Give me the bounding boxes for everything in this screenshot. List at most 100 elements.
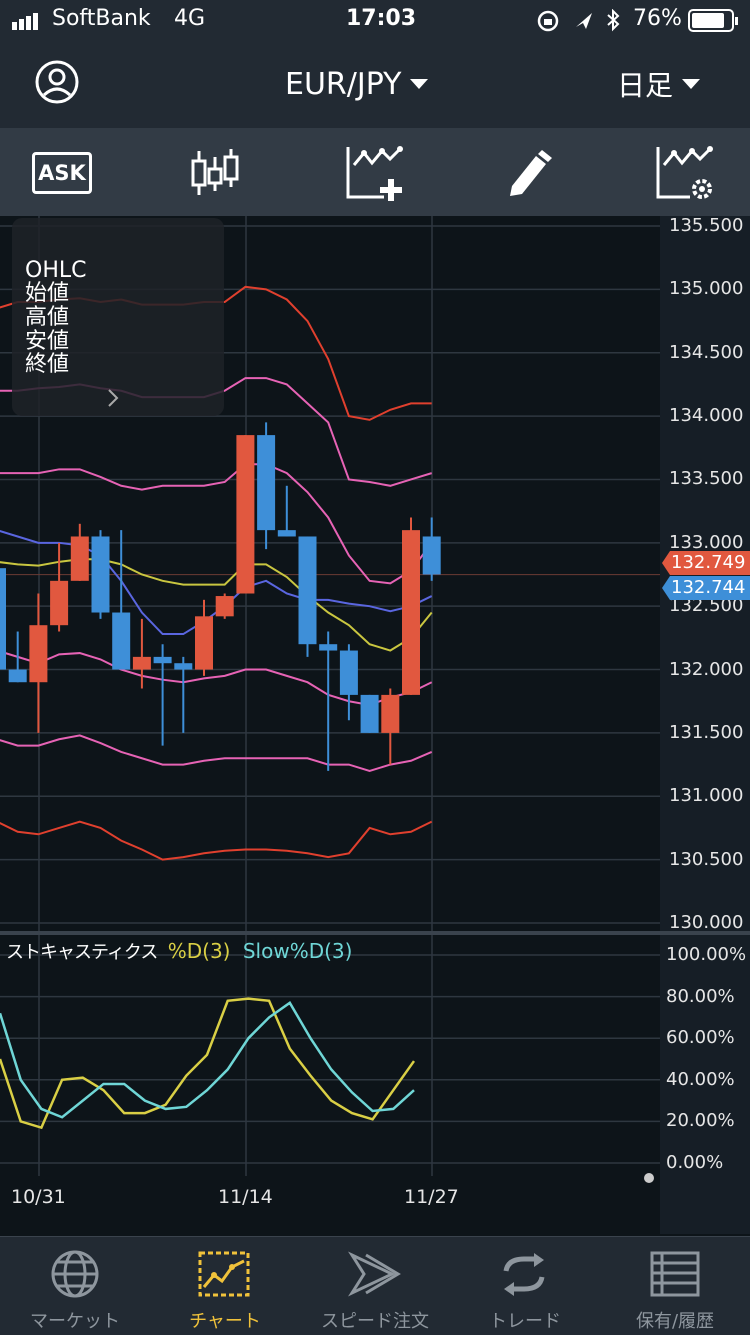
ohlc-high-label: 高値 bbox=[25, 305, 70, 330]
price-tick-label: 131.000 bbox=[669, 785, 744, 807]
candle-body bbox=[360, 694, 379, 733]
tab-speed-order[interactable]: スピード注文 bbox=[300, 1237, 450, 1335]
tab-trade[interactable]: トレード bbox=[450, 1237, 600, 1335]
chart-type-button[interactable] bbox=[180, 138, 250, 208]
ohlc-open-label: 始値 bbox=[25, 281, 70, 306]
stoch-legend: ストキャスティクス %D(3) Slow%D(3) bbox=[6, 938, 352, 964]
account-icon[interactable] bbox=[34, 59, 80, 105]
price-tick-label: 130.500 bbox=[669, 848, 744, 870]
price-tick-label: 130.000 bbox=[669, 912, 744, 933]
tab-bar: マーケット チャート スピード注文 トレード 保有/履歴 bbox=[0, 1236, 750, 1335]
stoch-title: ストキャスティクス bbox=[6, 942, 158, 963]
pair-selector[interactable]: EUR/JPY bbox=[285, 64, 429, 104]
price-tick-label: 133.500 bbox=[669, 468, 744, 490]
tab-label: スピード注文 bbox=[321, 1311, 429, 1332]
tab-chart[interactable]: チャート bbox=[150, 1237, 300, 1335]
globe-icon bbox=[51, 1250, 99, 1298]
overlay-bb-lower-3 bbox=[0, 820, 433, 861]
candle-body bbox=[195, 616, 213, 670]
stoch-tick-label: 60.00% bbox=[666, 1027, 735, 1049]
chevron-down-icon bbox=[410, 79, 429, 89]
candle-body bbox=[215, 596, 234, 617]
candle-body bbox=[298, 536, 317, 645]
stoch-tick-label: 40.00% bbox=[666, 1068, 735, 1090]
stoch-lines bbox=[0, 997, 416, 1130]
pair-name: EUR/JPY bbox=[285, 66, 402, 102]
status-bar: SoftBank 4G 17:03 76% bbox=[0, 0, 750, 40]
list-icon bbox=[650, 1251, 700, 1297]
price-tick-label: 133.000 bbox=[669, 531, 744, 553]
scroll-indicator bbox=[644, 1173, 654, 1183]
candle-body bbox=[91, 536, 110, 613]
price-tick-label: 135.500 bbox=[669, 215, 744, 236]
carrier-name: SoftBank bbox=[52, 6, 151, 31]
ask-label: ASK bbox=[38, 161, 86, 185]
candle-body bbox=[277, 530, 296, 537]
indicator-settings-button[interactable] bbox=[650, 138, 720, 208]
candle-body bbox=[402, 530, 420, 695]
trade-icon bbox=[503, 1253, 545, 1296]
speed-order-icon bbox=[348, 1251, 401, 1297]
add-indicator-button[interactable] bbox=[340, 138, 410, 208]
tab-label: チャート bbox=[189, 1311, 261, 1332]
indicator-settings-icon bbox=[656, 146, 713, 199]
candle-body bbox=[132, 656, 151, 670]
candle-body bbox=[153, 656, 172, 664]
stoch-d-line bbox=[0, 1001, 415, 1119]
ask-price-value: 132.744 bbox=[671, 577, 746, 598]
timeframe-selector[interactable]: 日足 bbox=[617, 64, 701, 104]
tab-label: マーケット bbox=[30, 1311, 120, 1332]
candle-body bbox=[29, 625, 48, 683]
chart-icon bbox=[198, 1251, 250, 1297]
draw-tool-button[interactable] bbox=[494, 138, 564, 208]
stoch-d-label: Slow%D(3) bbox=[242, 939, 353, 963]
price-tick-label: 132.000 bbox=[669, 658, 744, 680]
price-tick-label: 131.500 bbox=[669, 721, 744, 743]
candle-body bbox=[339, 650, 358, 695]
chevron-right-icon[interactable] bbox=[106, 388, 120, 408]
candle-body bbox=[381, 694, 400, 733]
candle-body bbox=[70, 536, 89, 581]
battery-icon bbox=[688, 9, 738, 32]
status-icons bbox=[537, 9, 620, 32]
price-tick-label: 134.000 bbox=[669, 405, 744, 427]
price-tick-label: 134.500 bbox=[669, 341, 744, 363]
candle-body bbox=[319, 644, 338, 651]
signal-icon bbox=[12, 13, 38, 30]
tab-label: トレード bbox=[489, 1311, 561, 1332]
network-type: 4G bbox=[174, 6, 206, 31]
add-indicator-icon bbox=[346, 146, 403, 201]
date-label: 11/14 bbox=[218, 1186, 273, 1208]
price-tick-label: 135.000 bbox=[669, 278, 744, 300]
candles bbox=[0, 422, 441, 771]
candle-body bbox=[257, 435, 276, 531]
ask-bid-toggle-button[interactable]: ASK bbox=[27, 138, 97, 208]
candle-body bbox=[236, 435, 255, 594]
header: EUR/JPY 日足 bbox=[0, 40, 750, 128]
stoch-grid bbox=[0, 954, 660, 1164]
candle-body bbox=[112, 612, 131, 670]
stoch-tick-label: 0.00% bbox=[666, 1152, 724, 1173]
date-label: 11/27 bbox=[404, 1186, 459, 1208]
clock: 17:03 bbox=[346, 6, 417, 31]
stoch-k-label: %D(3) bbox=[167, 939, 231, 963]
ohlc-title: OHLC bbox=[25, 258, 87, 283]
candle-body bbox=[174, 663, 193, 670]
battery-percent: 76% bbox=[633, 6, 682, 31]
tab-positions-history[interactable]: 保有/履歴 bbox=[600, 1237, 750, 1335]
ohlc-close-label: 終値 bbox=[25, 352, 70, 377]
timeframe-label: 日足 bbox=[617, 69, 674, 102]
stoch-tick-label: 80.00% bbox=[666, 985, 735, 1007]
ohlc-panel[interactable]: OHLC 始値 高値 安値 終値 bbox=[12, 218, 224, 416]
tab-label: 保有/履歴 bbox=[635, 1311, 715, 1332]
date-label: 10/31 bbox=[11, 1186, 66, 1208]
candle-body bbox=[422, 536, 441, 575]
candle-body bbox=[50, 580, 69, 626]
candle-body bbox=[0, 568, 6, 670]
ohlc-low-label: 安値 bbox=[25, 329, 70, 354]
candle-body bbox=[8, 669, 27, 683]
tab-market[interactable]: マーケット bbox=[0, 1237, 150, 1335]
bid-price-value: 132.749 bbox=[671, 552, 746, 573]
pencil-icon bbox=[510, 150, 552, 196]
candlestick-icon bbox=[191, 149, 239, 195]
